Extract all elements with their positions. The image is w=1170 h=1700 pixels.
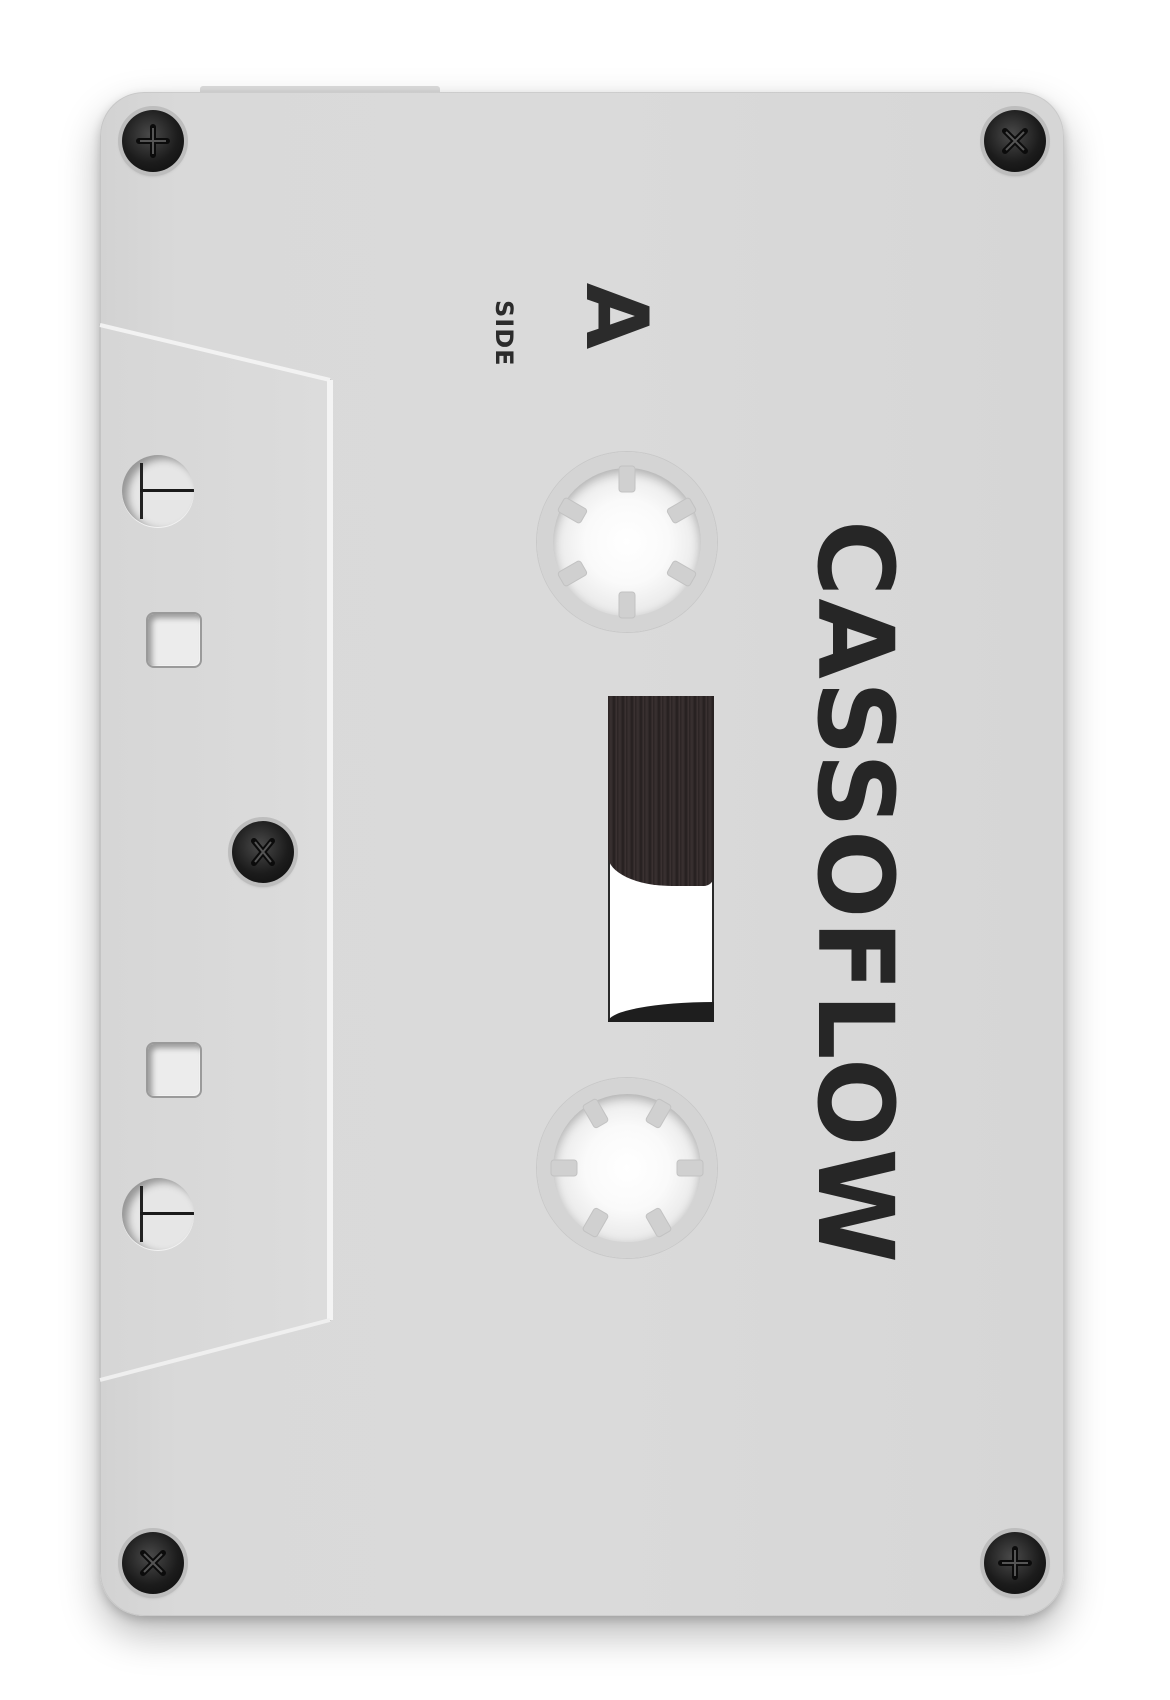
tape-guide-hole-bottom xyxy=(122,1178,194,1250)
screw-icon xyxy=(984,1532,1046,1594)
tape-window xyxy=(608,696,714,1022)
screw-icon xyxy=(122,110,184,172)
brand-logo: CASSOFLOW xyxy=(794,520,916,1266)
cassette-page: SIDE A CASSOFLOW xyxy=(0,0,1170,1700)
reel-teeth-icon xyxy=(557,465,697,619)
screw-icon xyxy=(122,1532,184,1594)
tape-guide-hole-top xyxy=(122,455,194,527)
tape-spool-edge xyxy=(608,1002,714,1022)
reel-teeth-icon xyxy=(550,1098,704,1238)
capstan-hole-top xyxy=(146,612,202,668)
screw-icon xyxy=(984,110,1046,172)
tape-spool xyxy=(608,696,714,886)
side-letter: A xyxy=(566,282,666,350)
screw-icon xyxy=(232,821,294,883)
reel-top xyxy=(537,452,717,632)
reel-bottom xyxy=(537,1078,717,1258)
side-label: SIDE xyxy=(490,300,518,367)
capstan-hole-bottom xyxy=(146,1042,202,1098)
